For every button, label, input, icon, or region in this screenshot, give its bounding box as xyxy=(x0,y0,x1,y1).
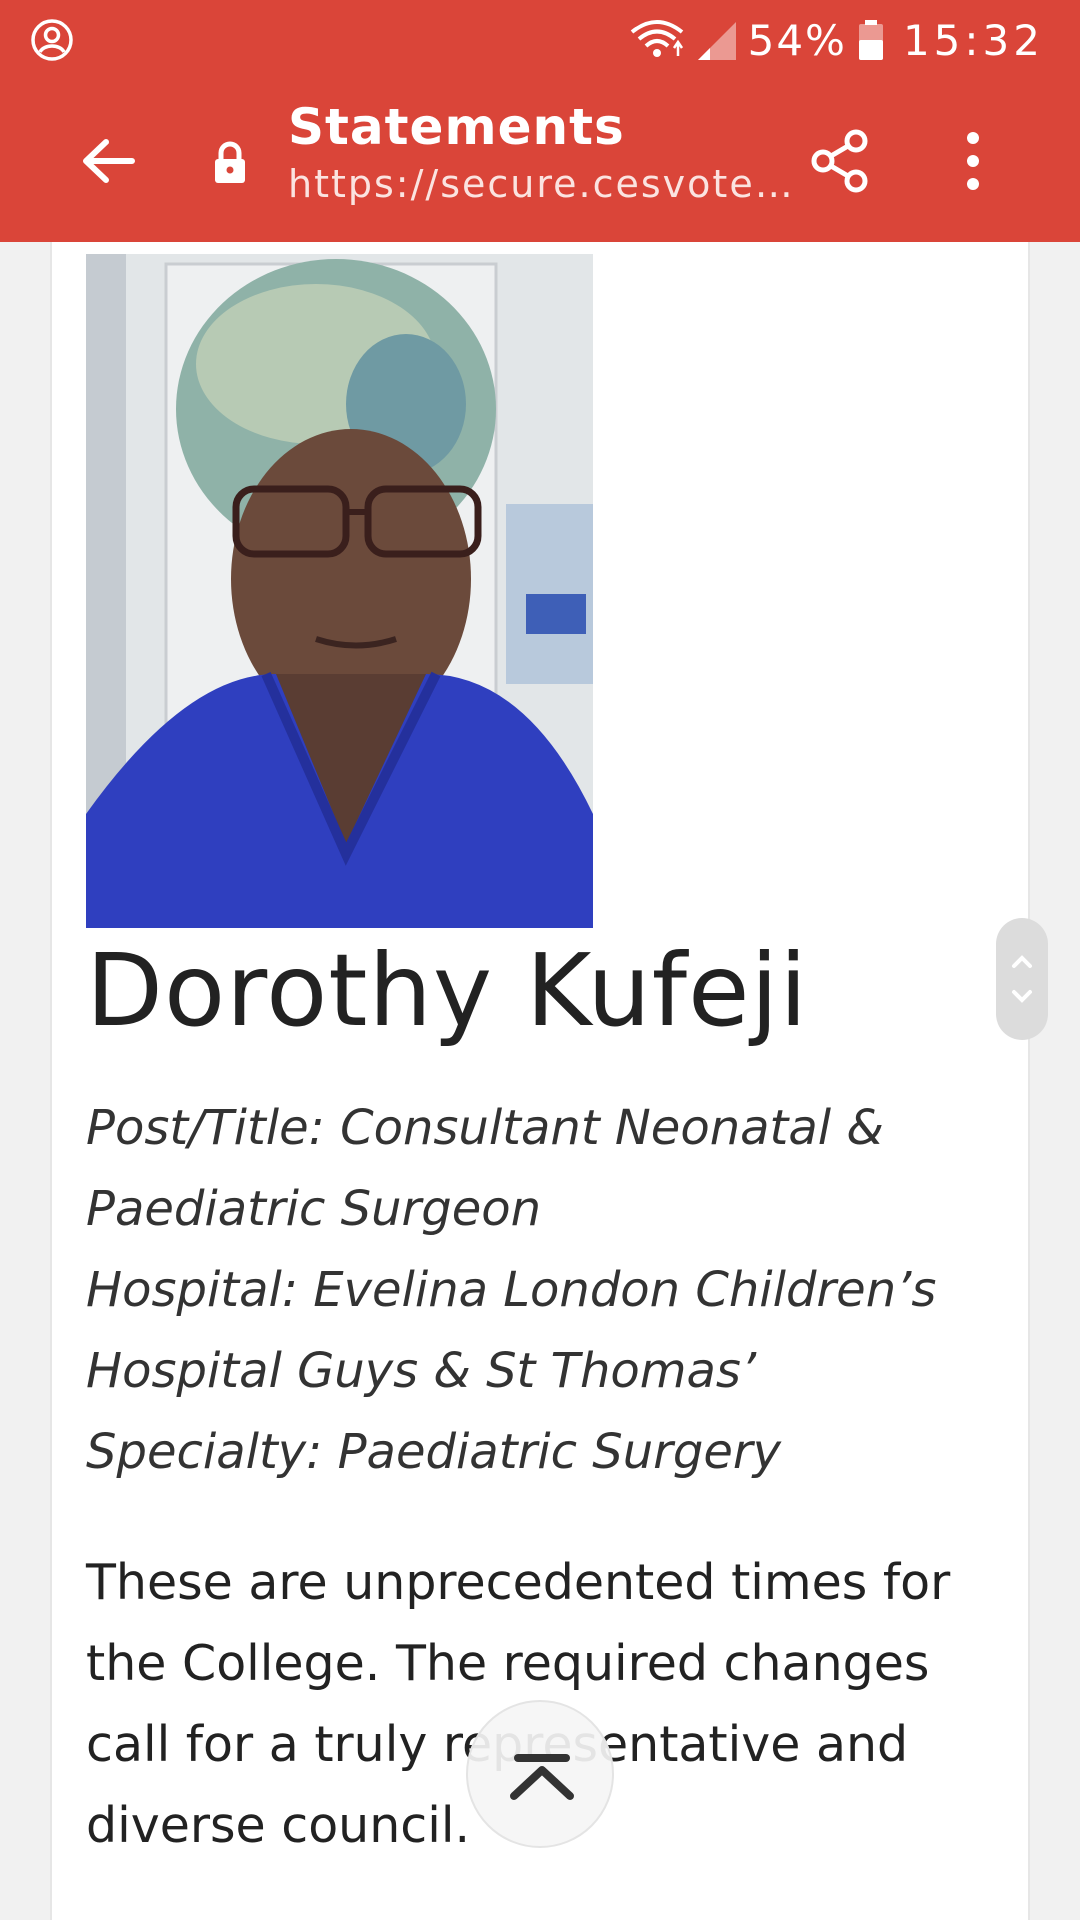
page-title: Statements xyxy=(288,98,625,156)
candidate-details: Post/Title: Consultant Neonatal & Paedia… xyxy=(86,1088,1006,1493)
status-bar: 54% 15:32 xyxy=(0,0,1080,80)
lock-icon xyxy=(215,141,245,183)
profile-photo xyxy=(86,254,593,928)
detail-line: Hospital: Evelina London Children’s xyxy=(86,1262,937,1318)
detail-line: Paediatric Surgeon xyxy=(86,1181,542,1237)
wifi-icon xyxy=(630,20,683,57)
detail-line: Hospital Guys & St Thomas’ xyxy=(86,1343,757,1399)
battery-icon xyxy=(858,20,883,60)
candidate-name: Dorothy Kufeji xyxy=(86,932,809,1049)
battery-percent: 54% xyxy=(747,15,847,65)
scroll-to-top-button[interactable] xyxy=(466,1700,614,1848)
status-indicators: 54% 15:32 xyxy=(628,12,1044,68)
detail-line: Post/Title: Consultant Neonatal & xyxy=(86,1100,884,1156)
back-arrow-icon[interactable] xyxy=(70,122,148,200)
content-card: Dorothy Kufeji Post/Title: Consultant Ne… xyxy=(50,242,1030,1920)
more-vertical-icon[interactable] xyxy=(946,124,1000,198)
signal-icon xyxy=(697,22,736,60)
title-block: Statements https://secure.cesvotes.... xyxy=(288,98,808,206)
account-circle-icon xyxy=(31,19,73,61)
chevron-up-icon xyxy=(510,1754,574,1800)
statement-line: the College. The required changes xyxy=(86,1635,930,1692)
statement-line: These are unprecedented times for xyxy=(86,1554,951,1611)
detail-line: Specialty: Paediatric Surgery xyxy=(86,1424,782,1480)
share-icon[interactable] xyxy=(808,128,874,194)
page-url[interactable]: https://secure.cesvotes.... xyxy=(288,162,798,206)
scroll-arrows-icon xyxy=(1012,955,1032,1003)
clock: 15:32 xyxy=(902,15,1044,65)
fast-scroll-handle[interactable] xyxy=(996,918,1048,1040)
app-bar: Statements https://secure.cesvotes.... xyxy=(0,80,1080,242)
